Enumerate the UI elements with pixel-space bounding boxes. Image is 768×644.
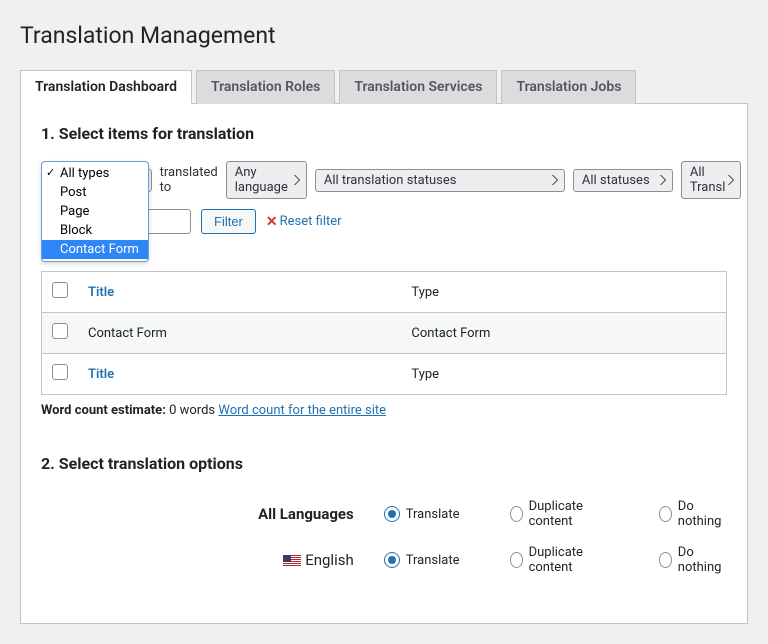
row-checkbox[interactable] (52, 323, 68, 339)
all-languages-label: All Languages (41, 505, 384, 523)
en-translate-radio[interactable]: Translate (384, 552, 460, 568)
en-duplicate-radio[interactable]: Duplicate content (510, 545, 609, 575)
filter-button[interactable]: Filter (201, 209, 256, 234)
select-all-checkbox[interactable] (52, 282, 68, 298)
all-translate-radio[interactable]: Translate (384, 506, 460, 522)
tab-translation-roles[interactable]: Translation Roles (196, 70, 335, 104)
en-nothing-radio[interactable]: Do nothing (659, 545, 727, 575)
tab-translation-dashboard[interactable]: Translation Dashboard (20, 70, 192, 104)
tab-bar: Translation Dashboard Translation Roles … (20, 69, 748, 104)
table-row: Contact Form Contact Form (42, 313, 727, 354)
dd-post[interactable]: Post (42, 183, 148, 202)
dd-block[interactable]: Block (42, 221, 148, 240)
col-type-footer: Type (401, 354, 726, 395)
reset-filter-link[interactable]: ✕ Reset filter (266, 214, 342, 230)
word-count-site-link[interactable]: Word count for the entire site (218, 403, 386, 418)
status-select[interactable]: All statuses (573, 169, 673, 192)
english-label: English (41, 551, 384, 569)
step2-title: 2. Select translation options (41, 454, 727, 473)
flag-us-icon (283, 555, 301, 567)
step1-title: 1. Select items for translation (41, 124, 727, 143)
language-options-grid: All Languages Translate Duplicate conten… (41, 491, 727, 583)
row-type: Contact Form (401, 313, 726, 354)
row-title: Contact Form (78, 313, 401, 354)
select-all-checkbox-bottom[interactable] (52, 364, 68, 380)
word-count-estimate: Word count estimate: 0 words Word count … (41, 403, 727, 418)
translation-status-select[interactable]: All translation statuses (315, 169, 565, 192)
tab-translation-jobs[interactable]: Translation Jobs (501, 70, 636, 104)
tab-translation-services[interactable]: Translation Services (339, 70, 497, 104)
all-nothing-radio[interactable]: Do nothing (659, 499, 727, 529)
filter-row: All types Post Page Block Contact Form i… (41, 161, 727, 199)
main-panel: 1. Select items for translation All type… (20, 104, 748, 624)
extra-select[interactable]: All Transl (681, 161, 741, 199)
to-language-select[interactable]: Any language (226, 161, 307, 199)
items-table: Title Type Contact Form Contact Form Tit… (41, 271, 727, 395)
close-icon: ✕ (266, 214, 278, 230)
all-duplicate-radio[interactable]: Duplicate content (510, 499, 609, 529)
translated-to-label: translated to (160, 165, 218, 195)
page-title: Translation Management (20, 22, 748, 49)
dd-page[interactable]: Page (42, 202, 148, 221)
type-dropdown[interactable]: All types Post Page Block Contact Form (41, 161, 149, 262)
col-type-header: Type (401, 272, 726, 313)
dd-contact-form[interactable]: Contact Form (42, 240, 148, 259)
col-title-header[interactable]: Title (88, 285, 114, 300)
dd-all-types[interactable]: All types (42, 164, 148, 183)
col-title-footer[interactable]: Title (88, 367, 114, 382)
